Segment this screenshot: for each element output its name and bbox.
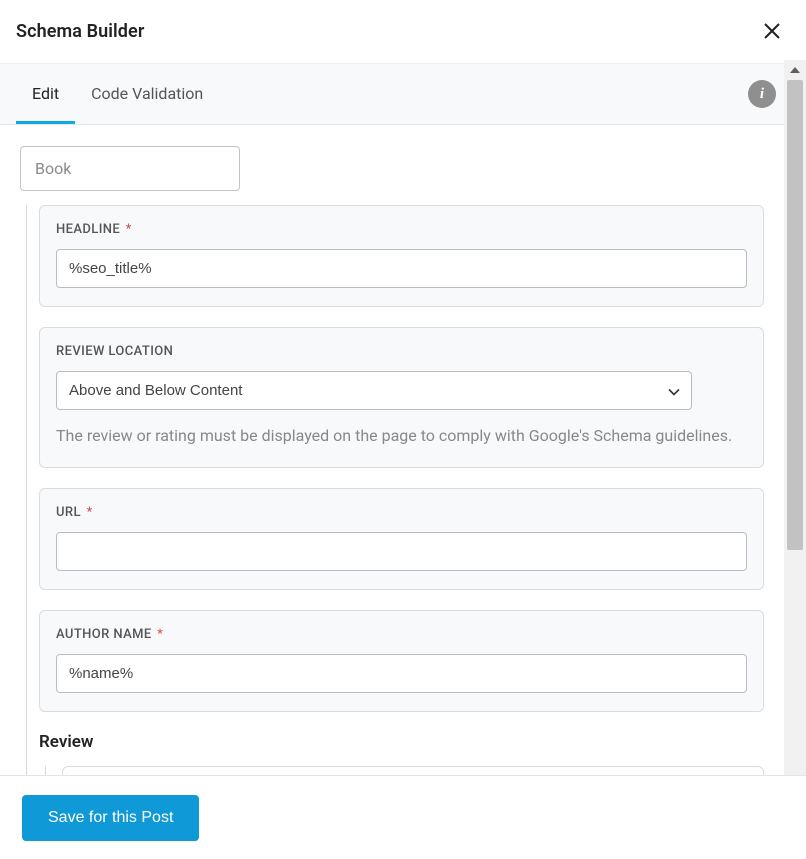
scrollbar-track[interactable] [784, 60, 806, 859]
label-text: HEADLINE [56, 222, 120, 237]
label-text: URL [56, 505, 81, 520]
close-button[interactable] [758, 17, 786, 45]
info-button[interactable]: i [748, 80, 776, 108]
label-text: AUTHOR NAME [56, 627, 152, 642]
required-marker: * [126, 222, 132, 237]
close-icon [762, 21, 782, 41]
field-headline-label: HEADLINE * [56, 222, 747, 237]
schema-type-box[interactable]: Book [20, 146, 240, 191]
info-icon: i [760, 87, 764, 102]
scrollbar-up-arrow[interactable] [784, 60, 806, 80]
save-button[interactable]: Save for this Post [22, 795, 199, 841]
tab-edit[interactable]: Edit [16, 64, 75, 124]
fields-tree: HEADLINE * REVIEW LOCATION Above and Bel… [26, 205, 764, 775]
field-review-location-label: REVIEW LOCATION [56, 344, 747, 359]
review-location-select-wrap: Above and Below Content [56, 371, 692, 410]
field-review-location: REVIEW LOCATION Above and Below Content … [39, 327, 764, 468]
footer-bar: Save for this Post [0, 775, 806, 859]
review-location-help: The review or rating must be displayed o… [56, 424, 747, 449]
tab-code-validation[interactable]: Code Validation [75, 64, 219, 124]
field-author-name: AUTHOR NAME * [39, 610, 764, 712]
required-marker: * [87, 505, 93, 520]
form-scroll-area: Book HEADLINE * REVIEW LOCATION Above an… [0, 121, 784, 775]
field-rating: RATING [62, 766, 764, 775]
headline-input[interactable] [56, 249, 747, 288]
field-url: URL * [39, 488, 764, 590]
field-author-name-label: AUTHOR NAME * [56, 627, 747, 642]
review-subtree: RATING [45, 766, 764, 775]
section-review-title: Review [39, 732, 764, 752]
scrollbar-thumb[interactable] [787, 80, 803, 550]
dialog-title: Schema Builder [16, 21, 144, 42]
url-input[interactable] [56, 532, 747, 571]
field-url-label: URL * [56, 505, 747, 520]
title-bar: Schema Builder [0, 0, 806, 64]
tabs-row: Edit Code Validation i [0, 64, 806, 125]
review-location-select[interactable]: Above and Below Content [56, 371, 692, 410]
field-headline: HEADLINE * [39, 205, 764, 307]
required-marker: * [157, 627, 163, 642]
label-text: REVIEW LOCATION [56, 344, 173, 359]
author-name-input[interactable] [56, 654, 747, 693]
